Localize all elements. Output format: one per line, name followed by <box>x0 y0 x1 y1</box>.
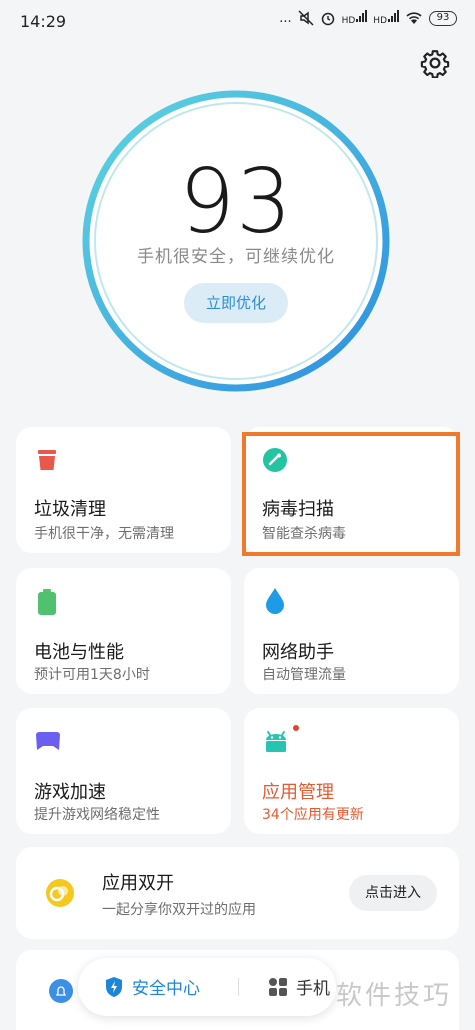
update-alert-dot <box>293 725 299 731</box>
tab-phone-label: 手机 <box>296 979 330 999</box>
card-app-management[interactable]: 应用管理 34个应用有更新 <box>244 708 459 834</box>
dual-apps-subtitle: 一起分享你双开过的应用 <box>102 902 256 918</box>
grid-icon <box>269 977 287 996</box>
card-game-boost[interactable]: 游戏加速 提升游戏网络稳定性 <box>16 708 231 834</box>
card-battery-performance[interactable]: 电池与性能 预计可用1天8小时 <box>16 568 231 694</box>
card-network-title: 网络助手 <box>262 642 334 663</box>
card-trash-title: 垃圾清理 <box>34 499 106 520</box>
nav-separator <box>238 978 239 996</box>
tab-security-center-label: 安全中心 <box>132 979 200 999</box>
alarm-icon <box>321 12 334 26</box>
dual-app-icon <box>46 879 74 907</box>
security-score-ring: 93 手机很安全，可继续优化 立即优化 <box>80 88 392 394</box>
security-score: 93 <box>179 150 293 253</box>
android-icon <box>266 731 286 752</box>
card-trash-subtitle: 手机很干净，无需清理 <box>34 526 174 542</box>
status-bar: 14:29 ... HD HD 93 <box>0 0 475 44</box>
signal-hd-1-icon: HD <box>342 10 368 26</box>
optimize-now-button[interactable]: 立即优化 <box>184 283 288 323</box>
more-dots-icon: ... <box>279 10 292 26</box>
card-virus-scan[interactable]: 病毒扫描 智能查杀病毒 <box>244 427 459 553</box>
shield-scan-icon <box>263 448 287 472</box>
card-network-subtitle: 自动管理流量 <box>262 667 346 683</box>
watermark-text: 软件技巧 <box>336 981 453 1011</box>
card-dual-apps[interactable]: 应用双开 一起分享你双开过的应用 点击进入 <box>16 847 459 939</box>
tab-security-center[interactable]: 安全中心 <box>104 974 200 999</box>
trash-bin-icon <box>38 450 56 470</box>
card-virus-subtitle: 智能查杀病毒 <box>262 526 346 542</box>
card-trash-cleanup[interactable]: 垃圾清理 手机很干净，无需清理 <box>16 427 231 553</box>
status-time: 14:29 <box>20 12 67 31</box>
signal-hd-2-icon: HD <box>373 10 399 26</box>
security-status-text: 手机很安全，可继续优化 <box>137 247 335 267</box>
battery-icon <box>38 589 56 615</box>
card-battery-title: 电池与性能 <box>34 642 124 663</box>
gear-icon[interactable] <box>420 48 450 78</box>
water-drop-icon <box>266 588 284 614</box>
bell-icon[interactable] <box>48 978 74 1004</box>
hd-label-2: HD <box>373 16 387 26</box>
card-apps-subtitle: 34个应用有更新 <box>262 807 364 823</box>
gamepad-icon <box>36 732 60 750</box>
card-battery-subtitle: 预计可用1天8小时 <box>34 667 150 683</box>
wifi-icon <box>406 12 422 24</box>
shield-icon <box>106 976 122 997</box>
enter-dual-apps-button[interactable]: 点击进入 <box>349 875 437 911</box>
tab-phone[interactable]: 手机 <box>268 974 330 999</box>
status-icons: ... HD HD 93 <box>279 10 457 26</box>
card-apps-title: 应用管理 <box>262 782 334 803</box>
card-game-title: 游戏加速 <box>34 782 106 803</box>
hd-label-1: HD <box>341 16 356 26</box>
bottom-nav-bar: 安全中心 手机 <box>78 958 336 1016</box>
battery-level-badge: 93 <box>429 10 457 26</box>
dual-apps-title: 应用双开 <box>102 873 174 894</box>
card-virus-title: 病毒扫描 <box>262 499 334 520</box>
card-game-subtitle: 提升游戏网络稳定性 <box>34 807 160 823</box>
mute-icon <box>298 10 314 26</box>
card-network-assistant[interactable]: 网络助手 自动管理流量 <box>244 568 459 694</box>
